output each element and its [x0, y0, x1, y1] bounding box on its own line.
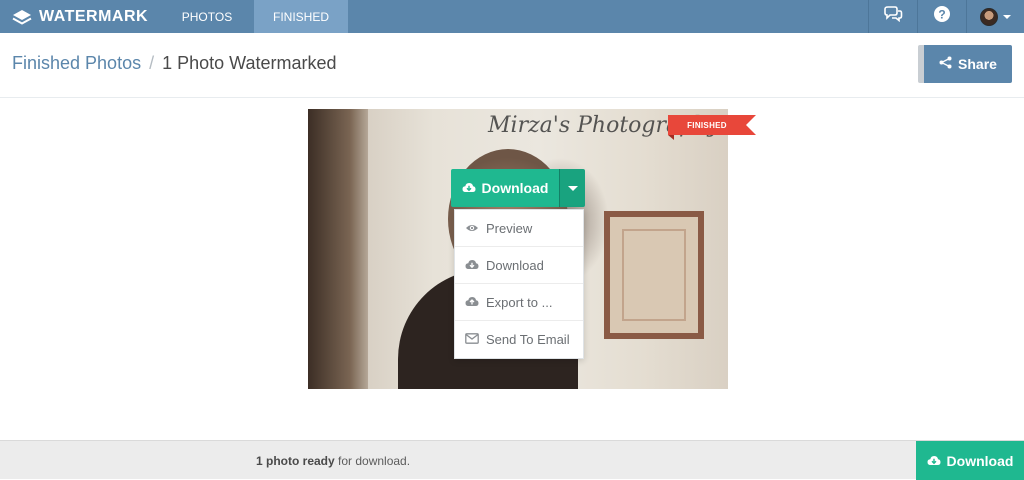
finished-ribbon: FINISHED — [668, 115, 756, 140]
cloud-download-icon — [462, 180, 476, 196]
brand-name: WATERMARK — [39, 7, 149, 25]
page-title: 1 Photo Watermarked — [162, 53, 337, 73]
ready-count: 1 photo ready — [256, 454, 335, 468]
cloud-download-icon — [927, 453, 941, 469]
avatar — [980, 7, 998, 26]
caret-down-icon — [567, 185, 578, 191]
page-header: Finished Photos / 1 Photo Watermarked — [0, 33, 1024, 98]
chat-icon — [883, 6, 903, 27]
menu-item-label: Send To Email — [486, 332, 570, 347]
eye-icon — [465, 221, 479, 236]
menu-item-export[interactable]: Export to ... — [455, 284, 583, 321]
ready-status: 1 photo ready for download. — [256, 454, 410, 468]
ready-suffix: for download. — [334, 454, 411, 468]
help-button[interactable]: ? — [917, 0, 965, 33]
cloud-download-icon — [465, 258, 479, 273]
footer-download-button[interactable]: Download — [916, 441, 1024, 480]
cloud-upload-icon — [465, 295, 479, 310]
user-menu[interactable] — [966, 0, 1024, 33]
top-navbar: WATERMARK PHOTOS FINISHED ? — [0, 0, 1024, 33]
svg-text:?: ? — [938, 8, 945, 22]
share-label: Share — [958, 56, 997, 72]
download-dropdown-toggle[interactable] — [559, 169, 585, 207]
help-icon: ? — [933, 5, 951, 28]
tab-photos[interactable]: PHOTOS — [168, 0, 246, 33]
share-button[interactable]: Share — [918, 45, 1012, 83]
share-icon — [939, 56, 952, 72]
footer-download-label: Download — [946, 452, 1014, 469]
download-button-label: Download — [481, 180, 549, 196]
download-split-button: Download — [451, 169, 585, 207]
photo-scene-picture-frame — [604, 211, 704, 339]
menu-item-preview[interactable]: Preview — [455, 210, 583, 247]
photo-scene-door — [308, 109, 368, 389]
tab-finished[interactable]: FINISHED — [254, 0, 348, 33]
download-button[interactable]: Download — [451, 169, 559, 207]
breadcrumb-separator: / — [149, 53, 155, 73]
menu-item-send-email[interactable]: Send To Email — [455, 321, 583, 358]
menu-item-download[interactable]: Download — [455, 247, 583, 284]
layers-logo-icon — [12, 9, 32, 25]
menu-item-label: Preview — [486, 220, 533, 236]
breadcrumb-finished-photos[interactable]: Finished Photos — [12, 53, 141, 74]
download-menu: Preview Download Export to ... Send To E… — [454, 209, 584, 359]
envelope-icon — [465, 332, 479, 347]
breadcrumb: Finished Photos / 1 Photo Watermarked — [12, 53, 337, 74]
menu-item-label: Download — [486, 257, 544, 273]
menu-item-label: Export to ... — [486, 294, 553, 310]
chat-button[interactable] — [868, 0, 916, 33]
chevron-down-icon — [1003, 14, 1011, 19]
footer-bar: 1 photo ready for download. Download — [0, 440, 1024, 480]
brand[interactable]: WATERMARK — [12, 0, 148, 33]
